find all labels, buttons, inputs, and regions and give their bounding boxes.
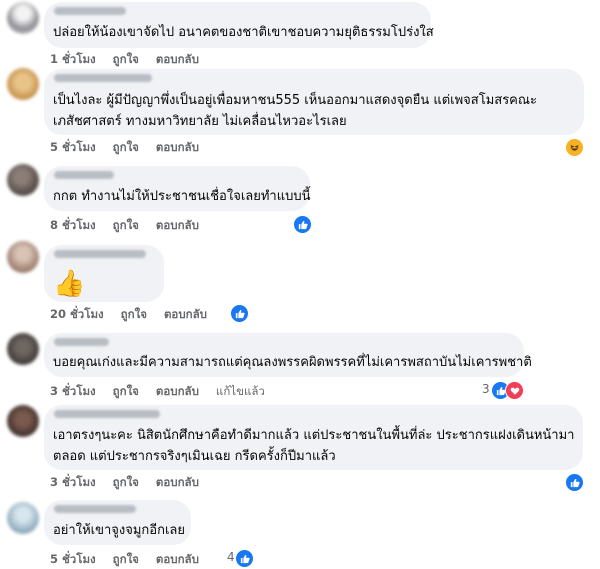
reaction-count[interactable]: 4	[227, 550, 235, 564]
comment-time[interactable]: 5 ชั่วโมง	[50, 551, 96, 569]
comment-text: อย่าให้เขาจูงจมูกอีกเลย	[53, 523, 185, 538]
avatar[interactable]	[7, 502, 39, 534]
like-button[interactable]: ถูกใจ	[113, 551, 139, 569]
reply-button[interactable]: ตอบกลับ	[156, 551, 199, 569]
like-icon[interactable]	[235, 549, 254, 568]
comment-7: อย่าให้เขาจูงจมูกอีกเลย 5 ชั่วโมง ถูกใจ ตอ…	[0, 0, 600, 568]
comment-bubble: อย่าให้เขาจูงจมูกอีกเลย	[44, 500, 191, 545]
comment-actions: 5 ชั่วโมง ถูกใจ ตอบกลับ	[50, 551, 216, 569]
author-name-blurred[interactable]	[54, 505, 136, 513]
